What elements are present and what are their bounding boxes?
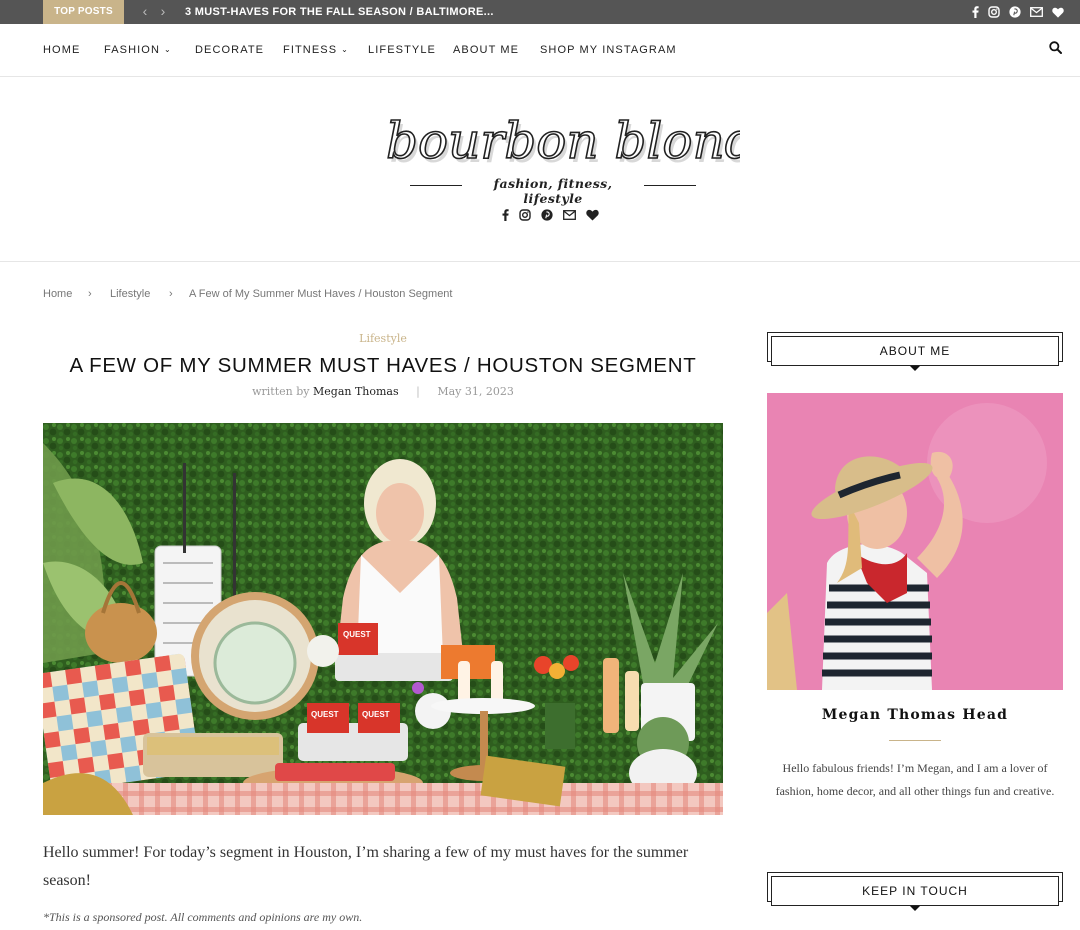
- featured-image: QUEST QUEST QUEST: [43, 423, 723, 815]
- heart-icon[interactable]: [1052, 7, 1064, 18]
- post-meta: written by Megan Thomas | May 31, 2023: [43, 385, 723, 398]
- header-social-icons: [0, 209, 1080, 221]
- nav-item-home[interactable]: HOME: [43, 24, 80, 76]
- pinterest-icon[interactable]: [540, 209, 553, 221]
- nav-item-label: SHOP MY INSTAGRAM: [540, 44, 677, 56]
- nav-item-shop-my-instagram[interactable]: SHOP MY INSTAGRAM: [540, 24, 677, 76]
- chevron-down-icon: ⌄: [341, 45, 349, 54]
- breadcrumb-home[interactable]: Home: [43, 288, 72, 300]
- nav-item-label: FASHION: [104, 44, 160, 56]
- about-me-text: Hello fabulous friends! I’m Megan, and I…: [775, 761, 1055, 798]
- post-author-link[interactable]: Megan Thomas: [313, 385, 399, 398]
- about-me-name: Megan Thomas Head: [821, 707, 1009, 723]
- written-by-label: written by: [252, 385, 310, 398]
- next-post-arrow[interactable]: ›: [157, 0, 169, 24]
- pinterest-icon[interactable]: [1009, 6, 1021, 18]
- nav-item-label: FITNESS: [283, 44, 338, 56]
- post-intro-text: Hello summer! For today’s segment in Hou…: [43, 844, 689, 889]
- prev-post-arrow[interactable]: ‹: [139, 0, 151, 24]
- nav-item-label: HOME: [43, 44, 81, 56]
- nav-item-about-me[interactable]: ABOUT ME: [453, 24, 519, 76]
- post-category-link[interactable]: Lifestyle: [43, 332, 723, 345]
- svg-text:bourbon blonde: bourbon blonde: [386, 112, 740, 170]
- site-tagline: fashion, fitness, lifestyle: [493, 176, 613, 206]
- chevron-down-icon: ⌄: [164, 45, 172, 54]
- about-me-divider: [889, 740, 941, 741]
- breadcrumb-separator: ›: [88, 288, 92, 300]
- instagram-icon[interactable]: [988, 6, 1000, 18]
- nav-item-label: LIFESTYLE: [368, 44, 436, 56]
- meta-separator: |: [416, 385, 420, 398]
- nav-item-label: ABOUT ME: [453, 44, 520, 56]
- top-post-headline-link[interactable]: 3 MUST-HAVES FOR THE FALL SEASON / BALTI…: [185, 0, 494, 24]
- email-icon[interactable]: [562, 210, 576, 220]
- svg-text:QUEST: QUEST: [311, 710, 339, 719]
- tagline-rule-right: [644, 185, 696, 186]
- nav-item-lifestyle[interactable]: LIFESTYLE: [368, 24, 436, 76]
- svg-text:QUEST: QUEST: [343, 630, 371, 639]
- about-me-photo: [767, 393, 1063, 690]
- nav-item-fashion[interactable]: FASHION ⌄: [104, 24, 172, 77]
- site-header: bourbon blonde bourbon blonde fashion, f…: [0, 77, 1080, 262]
- keep-in-touch-widget-title: KEEP IN TOUCH: [767, 872, 1063, 911]
- email-icon[interactable]: [1030, 7, 1043, 17]
- widget-title-label: ABOUT ME: [771, 336, 1059, 366]
- heart-icon[interactable]: [585, 209, 599, 221]
- svg-text:QUEST: QUEST: [362, 710, 390, 719]
- breadcrumb-current: A Few of My Summer Must Haves / Houston …: [189, 288, 453, 300]
- sponsored-disclaimer: *This is a sponsored post. All comments …: [43, 910, 363, 924]
- breadcrumb-separator: ›: [169, 288, 173, 300]
- breadcrumb-lifestyle[interactable]: Lifestyle: [110, 288, 150, 300]
- top-bar: TOP POSTS ‹ › 3 MUST-HAVES FOR THE FALL …: [0, 0, 1080, 24]
- widget-title-label: KEEP IN TOUCH: [771, 876, 1059, 906]
- post-title: A FEW OF MY SUMMER MUST HAVES / HOUSTON …: [69, 354, 697, 377]
- post-date: May 31, 2023: [437, 385, 514, 398]
- tagline-rule-left: [410, 185, 462, 186]
- top-posts-badge: TOP POSTS: [43, 0, 124, 24]
- facebook-icon[interactable]: [502, 209, 509, 221]
- widget-title-pointer: [910, 906, 920, 911]
- nav-item-decorate[interactable]: DECORATE: [195, 24, 264, 76]
- about-me-widget-title: ABOUT ME: [767, 332, 1063, 371]
- facebook-icon[interactable]: [972, 6, 979, 18]
- nav-item-fitness[interactable]: FITNESS ⌄: [283, 24, 349, 77]
- top-social-icons: [972, 0, 1064, 24]
- nav-item-label: DECORATE: [195, 44, 265, 56]
- main-nav: HOME FASHION ⌄ DECORATE FITNESS ⌄ LIFESTYL…: [0, 24, 1080, 77]
- widget-title-pointer: [910, 366, 920, 371]
- instagram-icon[interactable]: [518, 209, 531, 221]
- search-icon[interactable]: [1049, 41, 1062, 54]
- site-logo[interactable]: bourbon blonde bourbon blonde: [370, 105, 740, 175]
